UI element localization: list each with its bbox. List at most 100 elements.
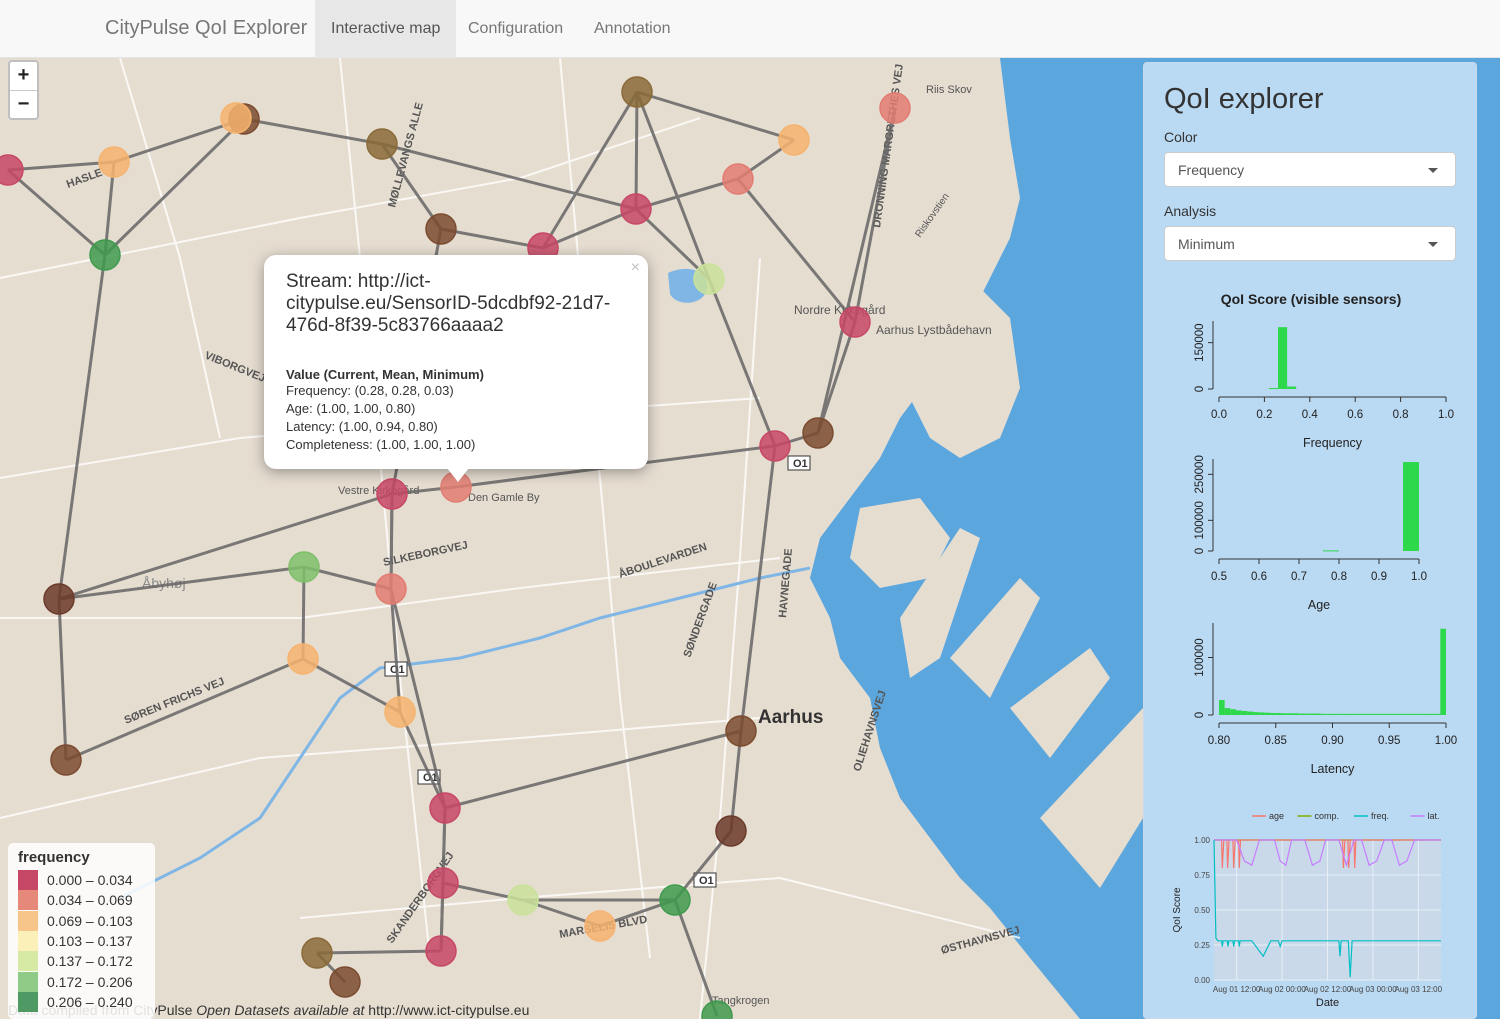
sensor-marker[interactable] [89,239,121,271]
sensor-marker[interactable] [507,884,539,916]
histogram-bar [1241,710,1248,715]
sensor-marker[interactable] [778,124,810,156]
histogram-bar [1403,462,1419,551]
sensor-marker[interactable] [43,583,75,615]
legend-label: 0.034 – 0.069 [47,892,133,909]
sensor-marker[interactable] [621,76,653,108]
x-tick-label: Aug 03 00:00 [1349,985,1397,994]
y-tick-label: 1.00 [1194,836,1210,845]
popup-close-button[interactable]: × [631,259,640,277]
y-tick-label: 0.00 [1194,976,1210,985]
histogram-bar [1292,713,1299,715]
histogram-bar [1268,388,1279,390]
sensor-marker[interactable] [659,884,691,916]
sensor-marker[interactable] [584,910,616,942]
place-label: Riis Skov [926,84,972,96]
x-axis-label: Latency [1311,762,1356,776]
sensor-marker[interactable] [375,573,407,605]
legend-label: 0.069 – 0.103 [47,912,133,929]
sensor-marker[interactable] [759,430,791,462]
tab-configuration[interactable]: Configuration [452,0,579,58]
x-tick-label: Aug 01 12:00 [1213,985,1261,994]
x-tick-label: Aug 03 12:00 [1394,985,1442,994]
histogram-bar [1423,713,1429,715]
histogram-bar [1258,712,1265,715]
histogram-bar [1434,713,1441,715]
legend-title: frequency [18,849,90,866]
histogram-bar [1323,550,1339,552]
place-label: Aarhus Lystbådehavn [876,323,992,337]
legend-item: 0.034 – 0.069 [18,890,145,911]
legend-label: 0.000 – 0.034 [47,872,133,889]
zoom-out-button[interactable]: − [10,90,37,118]
sensor-marker[interactable] [427,867,459,899]
sensor-marker[interactable] [288,551,320,583]
road-shield: O1 [699,875,714,887]
x-tick-label: Aug 02 00:00 [1258,985,1306,994]
sensor-marker[interactable] [425,935,457,967]
sensor-marker[interactable] [425,213,457,245]
histogram-bar [1321,713,1327,715]
x-tick-label: 0.85 [1265,735,1287,747]
histogram-bar [1394,713,1401,715]
zoom-in-button[interactable]: + [10,62,37,90]
popup-value-latency: Latency: (1.00, 0.94, 0.80) [286,419,438,434]
sensor-marker[interactable] [376,478,408,510]
histogram-bar [1287,386,1297,389]
legend-item: 0.103 – 0.137 [18,931,145,952]
sensor-marker[interactable] [220,102,252,134]
sensor-marker[interactable] [620,193,652,225]
histogram-bar [1247,711,1254,715]
histogram-bar [1338,713,1344,715]
histogram-bar [1304,713,1310,715]
x-tick-label: 1.00 [1435,735,1457,747]
x-tick-label: 0.9 [1371,571,1387,583]
navbar: CityPulse QoI Explorer Interactive map C… [0,0,1500,58]
chart-legend-label: age [1269,811,1284,821]
sensor-marker[interactable] [50,744,82,776]
sensor-marker[interactable] [879,92,911,124]
sensor-marker[interactable] [301,937,333,969]
sensor-marker[interactable] [693,263,725,295]
histogram-bar [1224,708,1231,715]
y-tick-label: 100000 [1194,638,1206,676]
histogram-bar [1411,713,1418,715]
tab-interactive-map[interactable]: Interactive map [315,0,457,58]
sensor-marker[interactable] [802,417,834,449]
sensor-marker[interactable] [384,696,416,728]
legend-swatch [18,910,38,931]
histogram-bar [1406,713,1412,715]
y-tick-label: 0 [1194,712,1206,718]
sensor-marker[interactable] [366,128,398,160]
histogram-bar [1326,713,1333,715]
sensor-marker[interactable] [0,154,24,186]
app-brand[interactable]: CityPulse QoI Explorer [105,17,307,40]
legend-label: 0.137 – 0.172 [47,953,133,970]
x-tick-label: 0.4 [1302,409,1319,421]
attribution-url-link[interactable]: http://www.ict-citypulse.eu [364,1002,529,1018]
sensor-marker[interactable] [715,815,747,847]
sensor-marker[interactable] [722,163,754,195]
x-tick-label: 0.80 [1208,735,1230,747]
x-tick-label: 1.0 [1411,571,1427,583]
legend-label: 0.206 – 0.240 [47,993,133,1010]
legend-item: 0.172 – 0.206 [18,971,145,992]
x-tick-label: 0.2 [1256,409,1272,421]
sensor-marker[interactable] [725,715,757,747]
sensor-marker[interactable] [329,966,361,998]
tab-annotation[interactable]: Annotation [578,0,687,58]
legend-item: 0.000 – 0.034 [18,870,145,891]
y-tick-label: 0 [1194,548,1206,554]
histogram-bar [1278,327,1288,389]
sensor-marker[interactable] [429,792,461,824]
sensor-marker[interactable] [287,643,319,675]
histogram-bar [1400,713,1407,715]
x-tick-label: 1.0 [1438,409,1454,421]
sensor-marker[interactable] [98,146,130,178]
histogram-bar [1275,712,1282,715]
histogram-bar [1349,713,1356,715]
histogram-bar [1366,713,1373,715]
histogram-bar [1360,713,1367,715]
sensor-marker[interactable] [839,306,871,338]
histogram-bar [1309,713,1316,715]
